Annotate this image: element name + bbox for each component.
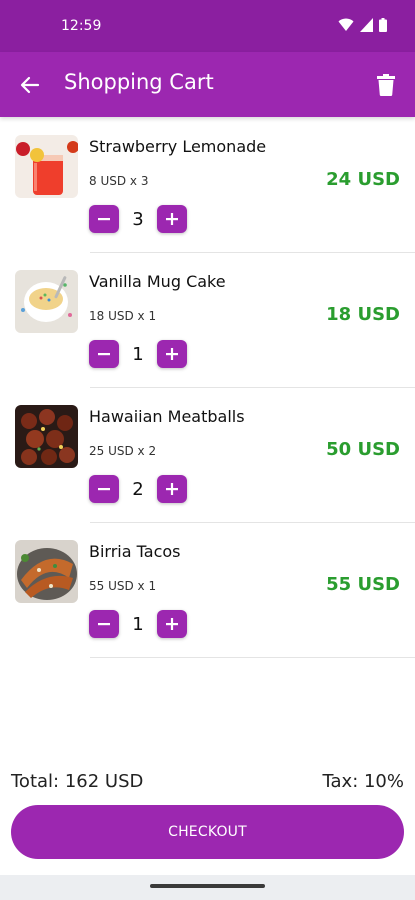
plus-icon [166, 348, 178, 360]
home-gesture-handle[interactable] [150, 884, 265, 888]
item-name: Birria Tacos [89, 542, 181, 561]
status-bar: 12:59 [0, 0, 415, 52]
minus-icon [98, 488, 110, 491]
tax-rate: Tax: 10% [322, 771, 405, 792]
increase-quantity-button[interactable] [157, 340, 187, 368]
cart-item: Hawaiian Meatballs 25 USD x 2 50 USD 2 [0, 388, 415, 523]
checkout-button[interactable]: CHECKOUT [11, 805, 404, 859]
quantity-stepper: 1 [89, 340, 187, 368]
cart-list: Strawberry Lemonade 8 USD x 3 24 USD 3 V… [0, 118, 415, 658]
battery-icon [379, 18, 387, 32]
item-image [15, 135, 78, 198]
cart-total: Total: 162 USD [11, 771, 144, 792]
app-bar: Shopping Cart [0, 52, 415, 117]
item-total-price: 24 USD [326, 169, 400, 190]
arrow-back-icon [20, 76, 40, 94]
item-name: Hawaiian Meatballs [89, 407, 245, 426]
item-unit-price: 18 USD x 1 [89, 309, 157, 323]
quantity-value: 1 [132, 343, 144, 365]
quantity-value: 2 [132, 478, 144, 500]
item-total-price: 55 USD [326, 574, 400, 595]
back-button[interactable] [14, 69, 46, 101]
page-title: Shopping Cart [64, 70, 214, 94]
item-total-price: 50 USD [326, 439, 400, 460]
item-name: Strawberry Lemonade [89, 137, 267, 156]
plus-icon [166, 618, 178, 630]
divider [90, 657, 415, 658]
checkout-button-label: CHECKOUT [168, 824, 247, 840]
quantity-stepper: 2 [89, 475, 187, 503]
plus-icon [166, 213, 178, 225]
decrease-quantity-button[interactable] [89, 205, 119, 233]
trash-icon [377, 74, 395, 96]
increase-quantity-button[interactable] [157, 205, 187, 233]
quantity-stepper: 3 [89, 205, 187, 233]
decrease-quantity-button[interactable] [89, 475, 119, 503]
item-unit-price: 25 USD x 2 [89, 444, 157, 458]
decrease-quantity-button[interactable] [89, 340, 119, 368]
status-icons [338, 18, 387, 32]
system-navigation-bar [0, 875, 415, 900]
increase-quantity-button[interactable] [157, 610, 187, 638]
cart-item: Birria Tacos 55 USD x 1 55 USD 1 [0, 523, 415, 658]
minus-icon [98, 218, 110, 221]
cart-item: Vanilla Mug Cake 18 USD x 1 18 USD 1 [0, 253, 415, 388]
clear-cart-button[interactable] [371, 70, 401, 100]
item-image [15, 405, 78, 468]
status-time: 12:59 [61, 18, 102, 34]
item-image [15, 270, 78, 333]
quantity-stepper: 1 [89, 610, 187, 638]
item-name: Vanilla Mug Cake [89, 272, 226, 291]
item-unit-price: 8 USD x 3 [89, 174, 149, 188]
signal-icon [360, 18, 373, 32]
quantity-value: 3 [132, 208, 144, 230]
plus-icon [166, 483, 178, 495]
item-unit-price: 55 USD x 1 [89, 579, 157, 593]
minus-icon [98, 353, 110, 356]
increase-quantity-button[interactable] [157, 475, 187, 503]
minus-icon [98, 623, 110, 626]
item-total-price: 18 USD [326, 304, 400, 325]
decrease-quantity-button[interactable] [89, 610, 119, 638]
cart-item: Strawberry Lemonade 8 USD x 3 24 USD 3 [0, 118, 415, 253]
quantity-value: 1 [132, 613, 144, 635]
wifi-icon [338, 18, 354, 31]
item-image [15, 540, 78, 603]
